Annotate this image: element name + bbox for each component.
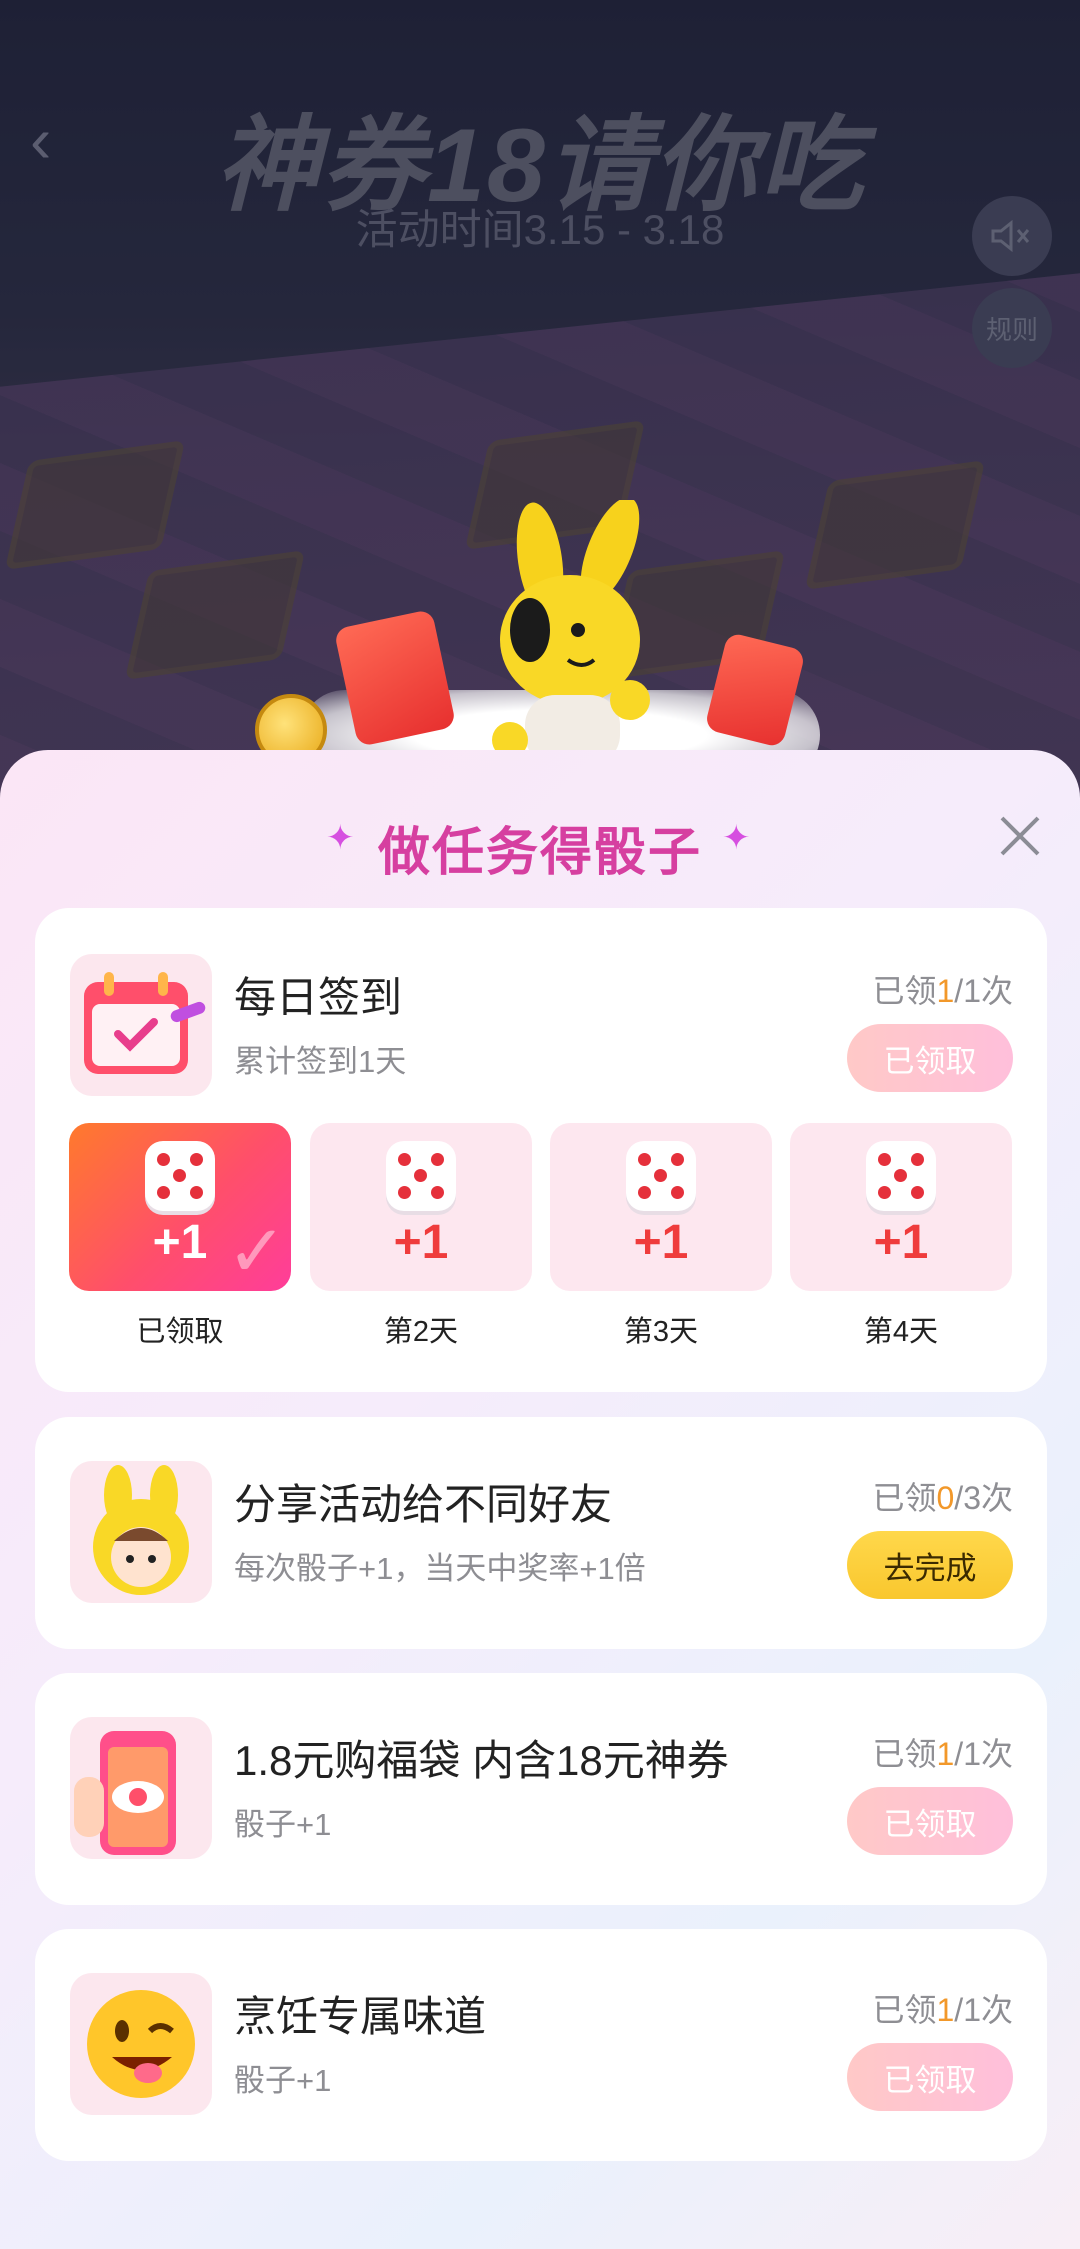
task-sheet: ✦ 做任务得骰子 ✦ 每日签到 累计签到1天 已领1/1次 已领取 +1 ✓ +…	[0, 750, 1080, 2249]
task-desc: 累计签到1天	[234, 1044, 407, 1079]
task-title: 1.8元购福袋 内含18元神券	[234, 1737, 729, 1784]
claimed-button[interactable]: 已领取	[847, 1024, 1013, 1092]
task-card-daily-signin: 每日签到 累计签到1天 已领1/1次 已领取 +1 ✓ +1 +1 +1 已领取…	[35, 908, 1047, 1392]
dice-icon	[386, 1141, 456, 1211]
task-title: 烹饪专属味道	[234, 1993, 487, 2040]
activity-period: 活动时间3.15 - 3.18	[355, 206, 725, 253]
day-label: 第2天	[383, 1316, 459, 1348]
bunny-mascot	[492, 500, 650, 765]
task-card-share: 分享活动给不同好友 每次骰子+1，当天中奖率+1倍 已领0/3次 去完成	[35, 1417, 1047, 1649]
signin-day-2[interactable]: +1	[310, 1123, 532, 1291]
dice-icon	[866, 1141, 936, 1211]
day-label: 第4天	[863, 1316, 939, 1348]
task-desc: 每次骰子+1，当天中奖率+1倍	[234, 1551, 646, 1586]
task-progress: 已领1/1次	[872, 973, 1013, 1009]
task-desc: 骰子+1	[234, 2063, 332, 2098]
day-reward: +1	[873, 1216, 929, 1269]
signin-day-1[interactable]: +1 ✓	[69, 1123, 291, 1292]
phone-eye-icon	[70, 1717, 212, 1859]
close-icon	[1000, 816, 1040, 856]
close-button[interactable]	[990, 806, 1050, 866]
task-title: 分享活动给不同好友	[234, 1481, 613, 1528]
mute-speaker-icon	[991, 219, 1030, 253]
task-card-lucky-bag: 1.8元购福袋 内含18元神券 骰子+1 已领1/1次 已领取	[35, 1673, 1047, 1905]
calendar-check-icon	[70, 954, 212, 1096]
claimed-button[interactable]: 已领取	[847, 1787, 1013, 1855]
day-label: 第3天	[623, 1316, 699, 1348]
day-reward: +1	[633, 1216, 689, 1269]
sparkle-icon: ✦	[722, 819, 751, 857]
sound-toggle-button[interactable]	[972, 196, 1052, 276]
task-desc: 骰子+1	[234, 1807, 332, 1842]
yellow-bunny-mascot-icon	[70, 1461, 212, 1603]
signin-day-3[interactable]: +1	[550, 1123, 772, 1291]
task-progress: 已领0/3次	[872, 1480, 1013, 1516]
rules-button[interactable]: 规则	[972, 288, 1052, 368]
day-label: 已领取	[136, 1316, 224, 1348]
claimed-button[interactable]: 已领取	[847, 2043, 1013, 2111]
task-progress: 已领1/1次	[872, 1736, 1013, 1772]
signin-day-4[interactable]: +1	[790, 1123, 1012, 1291]
task-card-cooking: 烹饪专属味道 骰子+1 已领1/1次 已领取	[35, 1929, 1047, 2161]
dice-icon	[145, 1141, 215, 1211]
sheet-title: 做任务得骰子	[377, 824, 702, 882]
day-reward: +1	[393, 1216, 449, 1269]
go-complete-button[interactable]: 去完成	[847, 1531, 1013, 1599]
task-progress: 已领1/1次	[872, 1992, 1013, 2028]
check-icon: ✓	[226, 1212, 287, 1292]
task-title: 每日签到	[234, 974, 403, 1021]
dice-icon	[626, 1141, 696, 1211]
rules-label: 规则	[985, 314, 1038, 345]
winking-emoji-icon	[70, 1973, 212, 2115]
